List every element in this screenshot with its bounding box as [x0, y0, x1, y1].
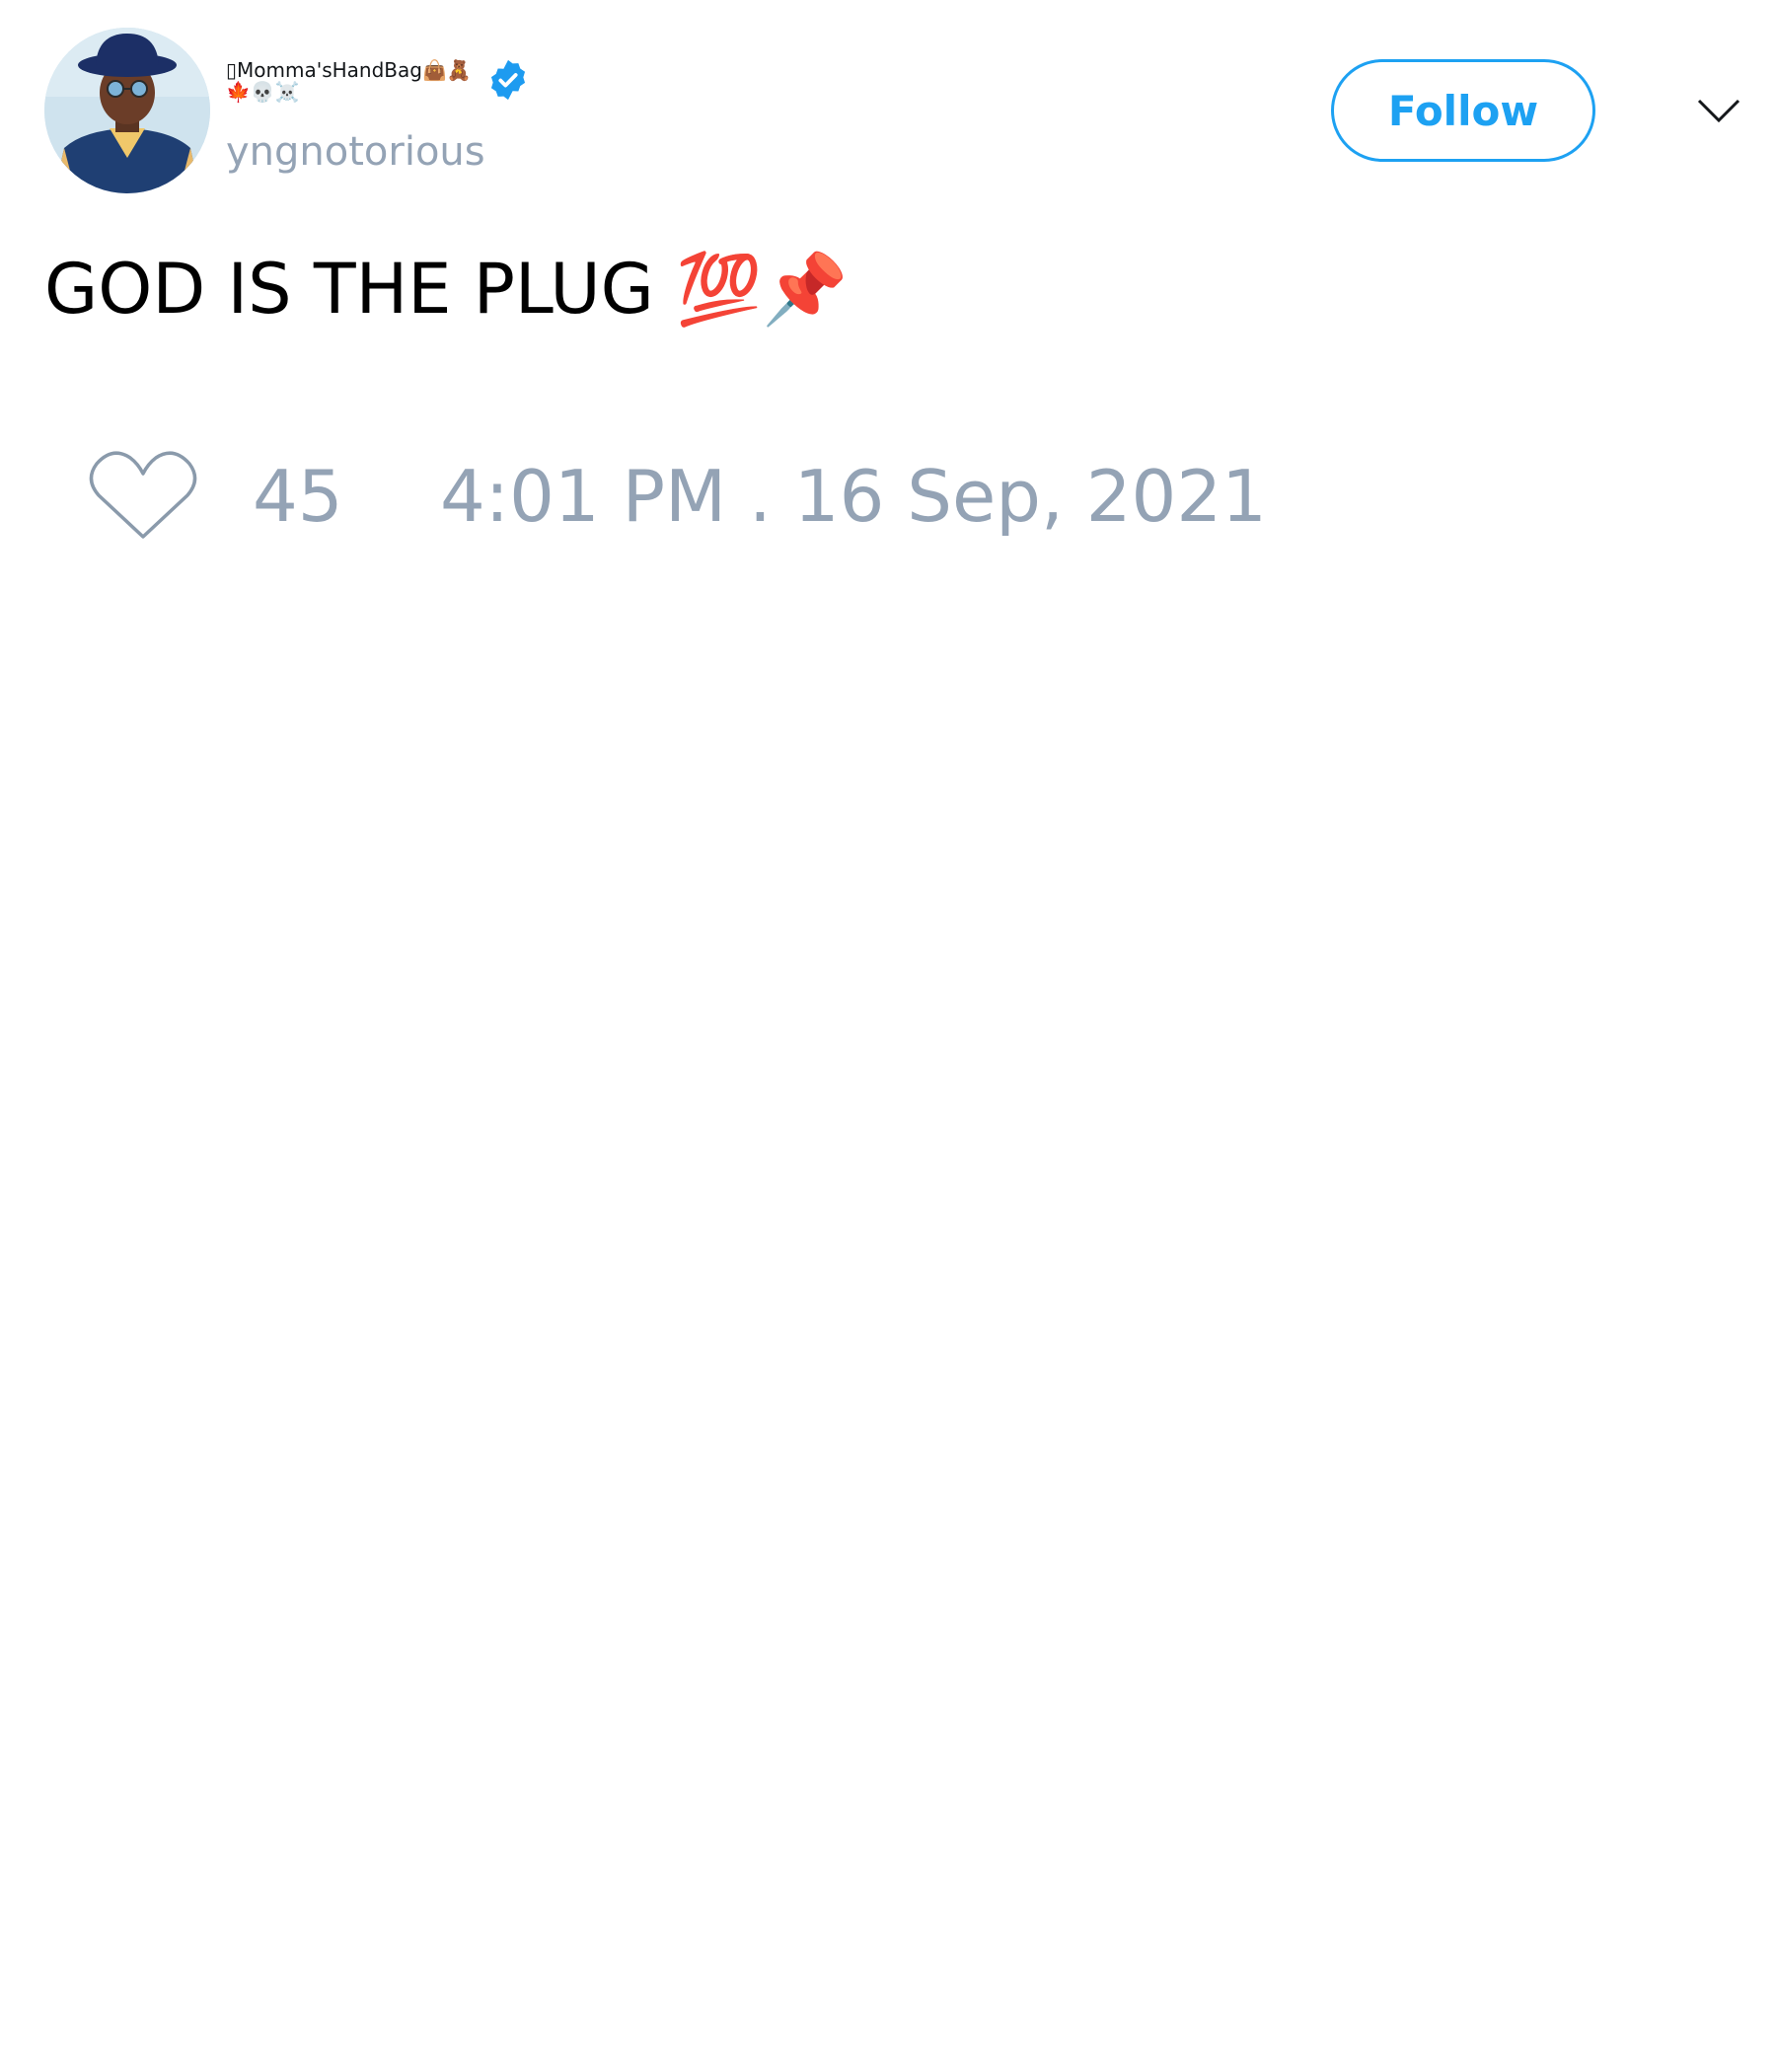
- tweet-text: GOD IS THE PLUG 💯📌: [44, 249, 849, 330]
- author-name-row[interactable]: ▯Momma'sHandBag👜🧸🍁💀☠️: [226, 59, 522, 103]
- like-count: 45: [253, 455, 343, 538]
- avatar[interactable]: [44, 28, 210, 193]
- follow-button[interactable]: Follow: [1331, 59, 1595, 162]
- chevron-down-icon[interactable]: [1695, 91, 1742, 130]
- avatar-photo: [44, 28, 210, 193]
- author-display-name[interactable]: ▯Momma'sHandBag👜🧸🍁💀☠️: [226, 59, 473, 103]
- heart-outline-icon[interactable]: [89, 446, 197, 545]
- verified-badge-icon: [490, 59, 526, 101]
- author-handle[interactable]: yngnotorious: [226, 128, 485, 176]
- tweet-timestamp[interactable]: 4:01 PM . 16 Sep, 2021: [440, 454, 1267, 539]
